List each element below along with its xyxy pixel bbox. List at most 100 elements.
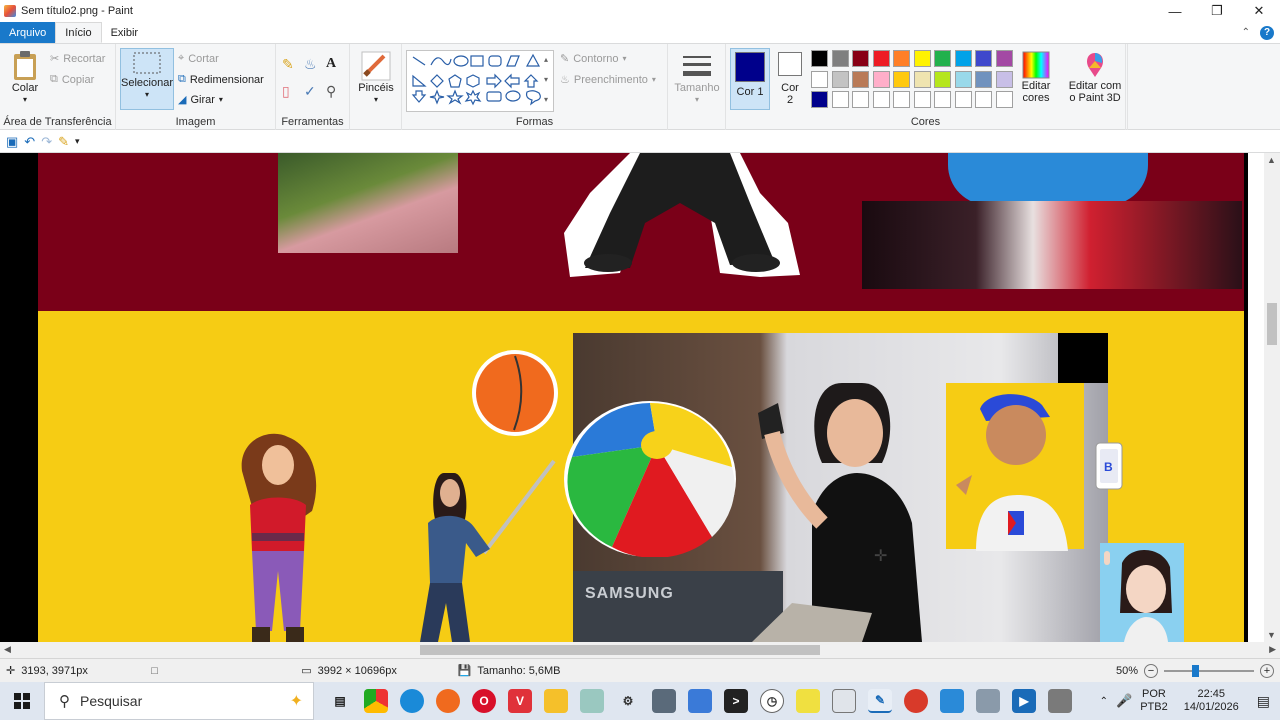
calendar-icon[interactable] [688, 689, 712, 713]
tab-file[interactable]: Arquivo [0, 22, 56, 43]
palette-swatch[interactable] [872, 91, 890, 108]
new-file-icon[interactable]: ✎ [58, 134, 69, 150]
scroll-down-icon[interactable]: ▼ [1267, 630, 1276, 640]
tab-view[interactable]: Exibir [102, 22, 148, 43]
brushes-button[interactable]: Pincéis ▾ [358, 50, 394, 106]
palette-swatch[interactable] [913, 70, 931, 88]
paint-taskbar-icon[interactable]: ✎ [868, 689, 892, 713]
save-icon[interactable]: ▣ [6, 134, 18, 150]
palette-swatch[interactable] [934, 91, 951, 108]
tab-home[interactable]: Início [55, 22, 102, 43]
shapes-gallery[interactable] [406, 50, 554, 112]
app-icon-red[interactable] [904, 689, 928, 713]
clock[interactable]: 22:45 14/01/2026 [1184, 688, 1239, 714]
zoom-slider-thumb[interactable] [1191, 664, 1199, 677]
palette-swatch[interactable] [872, 50, 890, 67]
eraser-icon[interactable]: ▯ [282, 83, 304, 100]
palette-swatch[interactable] [893, 91, 910, 108]
palette-swatch[interactable] [852, 50, 869, 67]
redo-icon[interactable]: ↷ [41, 134, 52, 150]
color1-button[interactable]: Cor 1 [730, 48, 770, 110]
photos-icon[interactable] [940, 689, 964, 713]
settings-gear-icon[interactable]: ⚙ [616, 689, 640, 713]
text-tool-icon[interactable]: A [326, 56, 348, 73]
start-button[interactable] [0, 693, 44, 709]
help-icon[interactable]: ? [1260, 25, 1274, 40]
minimize-button[interactable]: — [1154, 0, 1196, 22]
palette-swatch[interactable] [954, 50, 972, 67]
notifications-icon[interactable]: ▤ [1257, 693, 1270, 710]
undo-icon[interactable]: ↶ [24, 134, 35, 150]
cut-button[interactable]: ✂ Recortar [50, 52, 105, 66]
resize-button[interactable]: ⧉ Redimensionar [178, 73, 264, 86]
palette-swatch[interactable] [934, 70, 951, 88]
horizontal-scroll-thumb[interactable] [420, 645, 820, 655]
palette-swatch[interactable] [995, 50, 1013, 67]
tray-overflow-icon[interactable]: ⌃ [1100, 696, 1108, 707]
select-button[interactable]: Selecionar ▾ [120, 48, 174, 110]
palette-swatch[interactable] [913, 50, 931, 67]
edit-colors-button[interactable]: Editar cores [1014, 50, 1058, 104]
scroll-up-icon[interactable]: ▲ [1267, 155, 1276, 165]
palette-swatch[interactable] [913, 91, 931, 108]
terminal-icon[interactable]: > [724, 689, 748, 713]
camera-icon[interactable] [976, 689, 1000, 713]
rotate-button[interactable]: ◢ Girar ▾ [178, 93, 223, 107]
palette-swatch[interactable] [811, 70, 828, 88]
sticky-notes-icon[interactable] [796, 689, 820, 713]
color-picker-icon[interactable]: ✓ [304, 83, 326, 100]
palette-swatch[interactable] [852, 70, 869, 88]
palette-swatch[interactable] [852, 91, 869, 108]
palette-swatch[interactable] [934, 50, 951, 67]
customize-qat-icon[interactable]: ▾ [75, 136, 80, 147]
palette-swatch[interactable] [995, 91, 1013, 108]
palette-swatch[interactable] [893, 50, 910, 67]
opera-icon[interactable]: O [472, 689, 496, 713]
task-view-icon[interactable]: ▤ [328, 689, 352, 713]
media-player-icon[interactable]: ▶ [1012, 689, 1036, 713]
vertical-scrollbar[interactable]: ▲ ▼ [1264, 153, 1280, 642]
app-icon-teal[interactable] [580, 689, 604, 713]
taskbar-search[interactable]: ⚲ Pesquisar ✦ [44, 682, 314, 720]
image-canvas[interactable]: SAMSUNG B ✛ [38, 153, 1244, 642]
zoom-out-button[interactable]: − [1144, 663, 1158, 678]
microphone-app-icon[interactable] [1048, 689, 1072, 713]
scroll-left-icon[interactable]: ◀ [4, 644, 11, 655]
horizontal-scrollbar[interactable]: ◀ ▶ [0, 642, 1280, 658]
paste-button[interactable]: Colar ▾ [8, 50, 42, 106]
palette-swatch[interactable] [995, 70, 1013, 88]
color2-button[interactable]: Cor 2 [776, 52, 804, 106]
snipping-tool-icon[interactable] [832, 689, 856, 713]
fill-button[interactable]: ♨ Preenchimento ▾ [560, 73, 656, 87]
file-explorer-icon[interactable] [544, 689, 568, 713]
calculator-icon[interactable] [652, 689, 676, 713]
palette-swatch[interactable] [811, 91, 828, 108]
zoom-slider[interactable] [1164, 664, 1254, 678]
palette-swatch[interactable] [975, 91, 992, 108]
language-indicator[interactable]: POR PTB2 [1140, 688, 1168, 714]
pencil-icon[interactable]: ✎ [282, 56, 304, 73]
palette-swatch[interactable] [975, 70, 992, 88]
shapes-scroll[interactable]: ▴ ▾ ▾ [544, 50, 548, 110]
palette-swatch[interactable] [975, 50, 992, 67]
palette-swatch[interactable] [831, 70, 849, 88]
maximize-button[interactable]: ❐ [1196, 0, 1238, 22]
firefox-icon[interactable] [436, 689, 460, 713]
vertical-scroll-thumb[interactable] [1267, 303, 1277, 345]
microphone-icon[interactable]: 🎤 [1116, 693, 1132, 709]
palette-swatch[interactable] [831, 91, 849, 108]
palette-swatch[interactable] [954, 91, 972, 108]
clock-icon[interactable]: ◷ [760, 689, 784, 713]
outline-button[interactable]: ✎ Contorno ▾ [560, 52, 627, 66]
palette-swatch[interactable] [811, 50, 828, 67]
paint3d-button[interactable]: Editar com o Paint 3D [1066, 50, 1124, 104]
edge-icon[interactable] [400, 689, 424, 713]
crop-button[interactable]: ⌖ Cortar [178, 52, 219, 65]
magnifier-icon[interactable]: ⚲ [326, 83, 348, 100]
palette-swatch[interactable] [872, 70, 890, 88]
copy-button[interactable]: ⧉ Copiar [50, 73, 94, 86]
vivaldi-icon[interactable]: V [508, 689, 532, 713]
chrome-icon[interactable] [364, 689, 388, 713]
scroll-right-icon[interactable]: ▶ [1269, 644, 1276, 655]
palette-swatch[interactable] [954, 70, 972, 88]
